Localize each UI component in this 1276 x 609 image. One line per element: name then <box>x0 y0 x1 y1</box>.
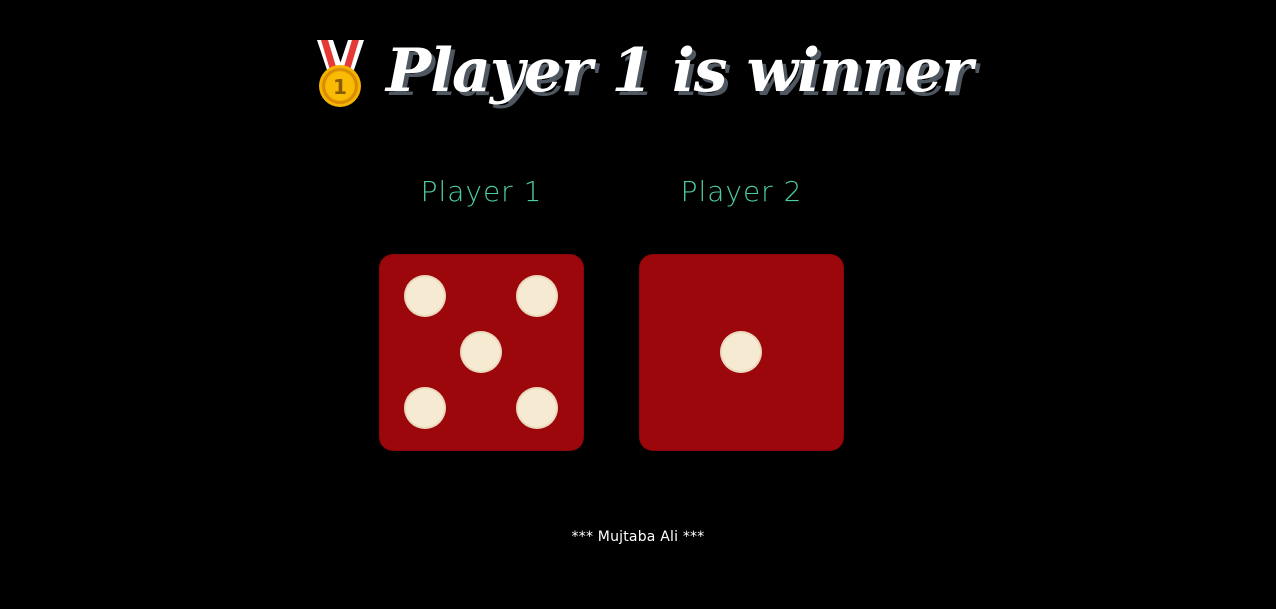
die-pip <box>720 331 762 373</box>
footer-credit: *** Mujtaba Ali *** <box>571 529 705 545</box>
player-1-label: Player 1 <box>420 175 543 208</box>
first-place-medal-icon: 1 <box>317 40 365 107</box>
die-pip <box>460 331 502 373</box>
player-2-label: Player 2 <box>680 175 803 208</box>
player-1-die <box>379 254 584 451</box>
winner-heading: 1 Player 1 is winner <box>0 34 1276 114</box>
player-2-die <box>639 254 844 451</box>
svg-text:1: 1 <box>333 75 347 99</box>
die-pip <box>404 275 446 317</box>
die-pip <box>404 387 446 429</box>
die-pip <box>516 275 558 317</box>
winner-title: Player 1 is winner <box>386 36 973 106</box>
die-pip <box>516 387 558 429</box>
